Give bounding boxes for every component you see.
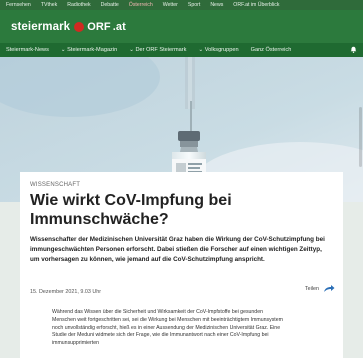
subnav-item-volksgruppen[interactable]: ⌄ Volksgruppen — [198, 47, 238, 53]
brand-suffix: .at — [112, 20, 126, 33]
brand-orf: ORF — [87, 20, 111, 33]
topnav-item-oesterreich[interactable]: Österreich — [129, 2, 153, 8]
article-kicker: WISSENSCHAFT — [30, 182, 81, 188]
orf-dot-icon — [74, 21, 85, 32]
subnav-item-ganz-oesterreich[interactable]: Ganz Österreich — [251, 47, 292, 53]
topnav-item-fernsehen[interactable]: Fernsehen — [6, 2, 31, 8]
section-nav: Steiermark-News ⌄ Steiermark-Magazin ⌄ D… — [0, 43, 363, 57]
share-arrow-icon — [323, 284, 335, 293]
topnav-item-news[interactable]: News — [210, 2, 223, 8]
topnav-item-ueberblick[interactable]: ORF.at im Überblick — [233, 2, 279, 8]
article-card: WISSENSCHAFT Wie wirkt CoV-Impfung bei I… — [20, 172, 343, 358]
subnav-label-magazin: Steiermark-Magazin — [67, 47, 118, 53]
topnav-item-debatte[interactable]: Debatte — [101, 2, 119, 8]
topnav-item-radiothek[interactable]: Radiothek — [67, 2, 90, 8]
subnav-item-steiermark-magazin[interactable]: ⌄ Steiermark-Magazin — [61, 47, 117, 53]
scrollbar-thumb[interactable] — [359, 107, 362, 167]
brand-logo[interactable]: steiermark ORF .at — [11, 21, 126, 33]
share-button[interactable]: Teilen — [305, 284, 335, 293]
topnav-item-wetter[interactable]: Wetter — [163, 2, 178, 8]
page-scrollbar[interactable] — [357, 57, 363, 358]
bell-icon[interactable] — [350, 46, 357, 55]
article-lead: Wissenschafter der Medizinischen Univers… — [30, 236, 325, 263]
subnav-item-steiermark-news[interactable]: Steiermark-News — [6, 47, 49, 53]
article-date: 15. Dezember 2021, 9.03 Uhr — [30, 289, 102, 295]
brand-bar: steiermark ORF .at — [0, 10, 363, 43]
subnav-label-orf: Der ORF Steiermark — [135, 47, 187, 53]
share-label: Teilen — [304, 285, 319, 292]
topnav-item-tvthek[interactable]: TVthek — [41, 2, 57, 8]
top-nav: Fernsehen TVthek Radiothek Debatte Öster… — [0, 0, 363, 10]
article-title: Wie wirkt CoV-Impfung bei Immunschwäche? — [30, 192, 232, 228]
article-body: Während das Wissen über die Sicherheit u… — [52, 309, 283, 347]
subnav-item-orf-steiermark[interactable]: ⌄ Der ORF Steiermark — [129, 47, 186, 53]
subnav-label-volksgruppen: Volksgruppen — [204, 47, 239, 53]
brand-name: steiermark — [11, 20, 71, 33]
topnav-item-sport[interactable]: Sport — [188, 2, 200, 8]
